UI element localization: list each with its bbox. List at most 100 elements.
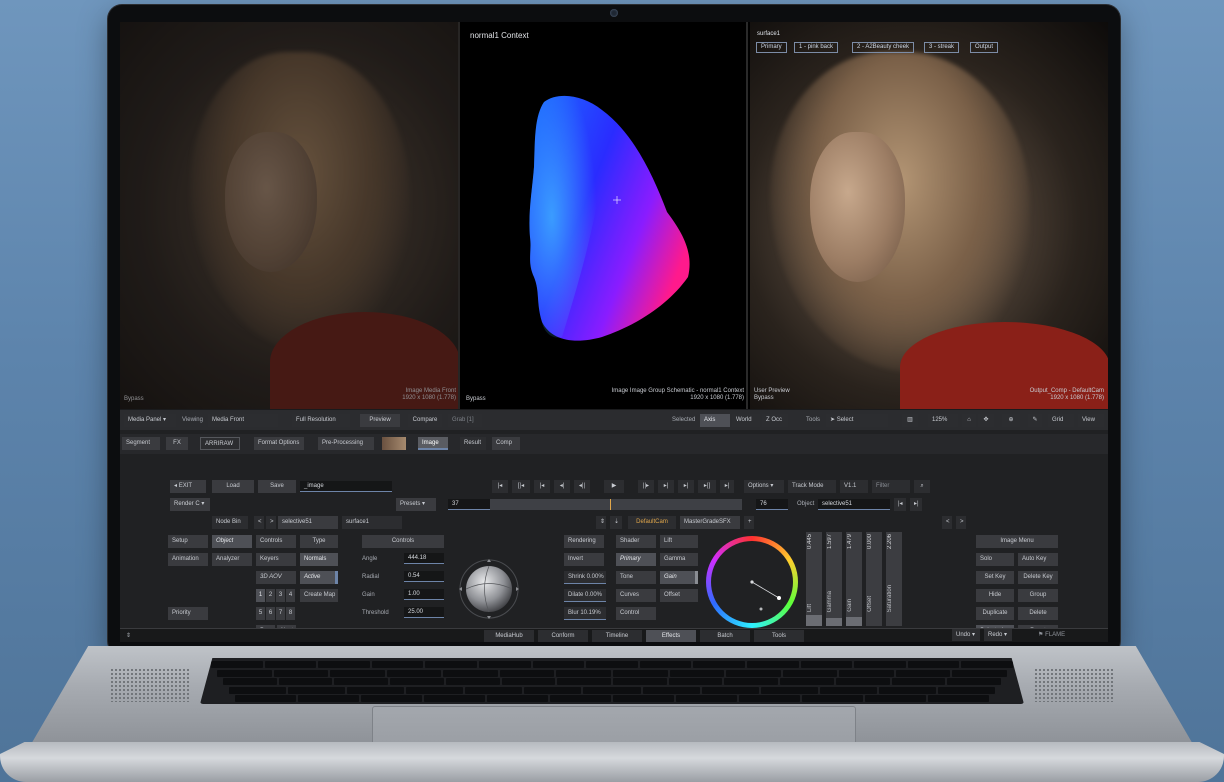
delete-button[interactable]: Delete <box>1018 607 1058 620</box>
node-prev-icon[interactable]: < <box>254 516 264 529</box>
node-surface[interactable]: surface1 <box>342 516 402 529</box>
tab-next-icon[interactable]: > <box>956 516 966 529</box>
workspace-tab[interactable]: Tools <box>754 630 804 642</box>
meter-3[interactable]: 0.000 Offset <box>866 532 882 626</box>
preprocessing-button[interactable]: Pre-Processing <box>318 437 374 450</box>
color-wheel[interactable] <box>706 536 798 628</box>
duplicate-button[interactable]: Duplicate <box>976 607 1014 620</box>
slot-4[interactable]: 4 <box>286 589 295 602</box>
object-prev-icon[interactable]: |◂ <box>894 498 906 511</box>
radial-field[interactable]: 0.54 <box>404 571 444 582</box>
play-back-icon[interactable]: ◂|| <box>574 480 590 493</box>
object-next-icon[interactable]: ▸| <box>910 498 922 511</box>
workspace-tab[interactable]: MediaHub <box>484 630 534 642</box>
media-panel-button[interactable]: Media Panel ▾ <box>124 414 176 427</box>
viewport-left[interactable]: Bypass Image Media Front 1920 x 1080 (1.… <box>120 22 460 409</box>
viewport-center[interactable]: normal1 Context Bypass Image Image Group… <box>462 22 748 409</box>
lift-button[interactable]: Lift <box>660 535 698 548</box>
zoom-dropdown[interactable]: 125% <box>928 414 958 427</box>
redo-button[interactable]: Redo ▾ <box>984 629 1012 641</box>
go-end-icon[interactable]: ▸| <box>720 480 734 493</box>
search-icon[interactable]: ⌕ <box>914 480 930 493</box>
control-dropdown[interactable]: Control <box>616 607 656 620</box>
node-selective[interactable]: selective51 <box>278 516 338 529</box>
step-back-icon[interactable]: ◂| <box>554 480 570 493</box>
options-dropdown[interactable]: Options ▾ <box>744 480 784 493</box>
normals-button[interactable]: Normals <box>300 553 338 566</box>
segment-button[interactable]: Segment <box>122 437 160 450</box>
move-icon[interactable]: ✥ <box>978 414 994 427</box>
shrink-field[interactable]: Shrink 0.00% <box>564 571 606 584</box>
workspace-tab[interactable]: Effects <box>646 630 696 642</box>
dilate-field[interactable]: Dilate 0.00% <box>564 589 606 602</box>
primary-dropdown[interactable]: Primary <box>616 553 656 566</box>
select-tool-button[interactable]: ➤ Select <box>826 414 888 427</box>
format-options-button[interactable]: Format Options <box>254 437 304 450</box>
node-next-icon[interactable]: > <box>266 516 276 529</box>
threshold-field[interactable]: 25.00 <box>404 607 444 618</box>
next-key-icon[interactable]: ▸| <box>678 480 694 493</box>
analyzer-tab[interactable]: Analyzer <box>212 553 252 566</box>
axis-button[interactable]: Axis <box>700 414 730 427</box>
blur-field[interactable]: Blur 10.19% <box>564 607 606 620</box>
aov-dropdown[interactable]: 3D AOV <box>256 571 296 584</box>
meter-1[interactable]: 1.597 Gamma <box>826 532 842 626</box>
setup-button[interactable]: Setup <box>168 535 208 548</box>
mark-in-icon[interactable]: [|◂ <box>512 480 530 493</box>
slot-5[interactable]: 5 <box>256 607 265 620</box>
priority-button[interactable]: Priority <box>168 607 208 620</box>
invert-button[interactable]: Invert <box>564 553 604 566</box>
home-icon[interactable]: ⌂ <box>962 414 976 427</box>
comp-button[interactable]: Comp <box>492 437 520 450</box>
angle-field[interactable]: 444.18 <box>404 553 444 564</box>
meter-4[interactable]: 2.206 Saturation <box>886 532 902 626</box>
undo-button[interactable]: Undo ▾ <box>952 629 980 641</box>
view-button[interactable]: View <box>1078 414 1104 427</box>
preview-button[interactable]: Preview <box>360 414 400 427</box>
playhead[interactable] <box>610 499 611 510</box>
filter-field[interactable]: Filter <box>872 480 910 493</box>
slot-7[interactable]: 7 <box>276 607 285 620</box>
hide-button[interactable]: Hide <box>976 589 1014 602</box>
animation-button[interactable]: Animation <box>168 553 208 566</box>
grade-tab[interactable]: MasterGradeSFX <box>680 516 740 529</box>
solo-button[interactable]: Solo <box>976 553 1014 566</box>
type-button[interactable]: Type <box>300 535 338 548</box>
set-key-button[interactable]: Set Key <box>976 571 1014 584</box>
group-button[interactable]: Group <box>1018 589 1058 602</box>
workspace-tab[interactable]: Conform <box>538 630 588 642</box>
gamma-button[interactable]: Gamma <box>660 553 698 566</box>
gain-field[interactable]: 1.00 <box>404 589 444 600</box>
go-start-icon[interactable]: |◂ <box>492 480 508 493</box>
normal-trackball[interactable] <box>458 558 520 620</box>
sort-icon[interactable]: ⇕ <box>596 516 606 529</box>
active-toggle[interactable]: Active <box>300 571 338 584</box>
object-tab[interactable]: Object <box>212 535 252 548</box>
tab-beauty-cheek[interactable]: 2 - A2Beauty cheek <box>852 42 915 53</box>
camera-tab[interactable]: DefaultCam <box>628 516 676 529</box>
image-button[interactable]: Image <box>418 437 448 450</box>
viewing-dropdown[interactable]: Media Front <box>208 414 278 427</box>
grab-button[interactable]: Grab [1] <box>448 414 482 427</box>
setup-name-field[interactable]: _image <box>300 481 392 492</box>
frame-in-field[interactable]: 37 <box>448 499 490 510</box>
target-icon[interactable]: ⊕ <box>1002 414 1020 427</box>
tab-primary[interactable]: Primary <box>756 42 787 53</box>
keyers-dropdown[interactable]: Keyers <box>256 553 296 566</box>
create-map-button[interactable]: Create Map <box>300 589 338 602</box>
play-forward-icon[interactable]: ||▸ <box>638 480 654 493</box>
prev-key-icon[interactable]: |◂ <box>534 480 550 493</box>
curves-dropdown[interactable]: Curves <box>616 589 656 602</box>
version-button[interactable]: V1.1 <box>840 480 868 493</box>
offset-button[interactable]: Offset <box>660 589 698 602</box>
node-bin-button[interactable]: Node Bin <box>212 516 248 529</box>
delete-key-button[interactable]: Delete Key <box>1018 571 1058 584</box>
resolution-dropdown[interactable]: Full Resolution <box>292 414 350 427</box>
grid-button[interactable]: Grid <box>1048 414 1074 427</box>
gain-button[interactable]: Gain <box>660 571 698 584</box>
controls-tab[interactable]: Controls <box>256 535 296 548</box>
tab-prev-icon[interactable]: < <box>942 516 952 529</box>
world-button[interactable]: World <box>732 414 760 427</box>
slot-2[interactable]: 2 <box>266 589 275 602</box>
eyedropper-icon[interactable]: ✎ <box>1028 414 1042 427</box>
